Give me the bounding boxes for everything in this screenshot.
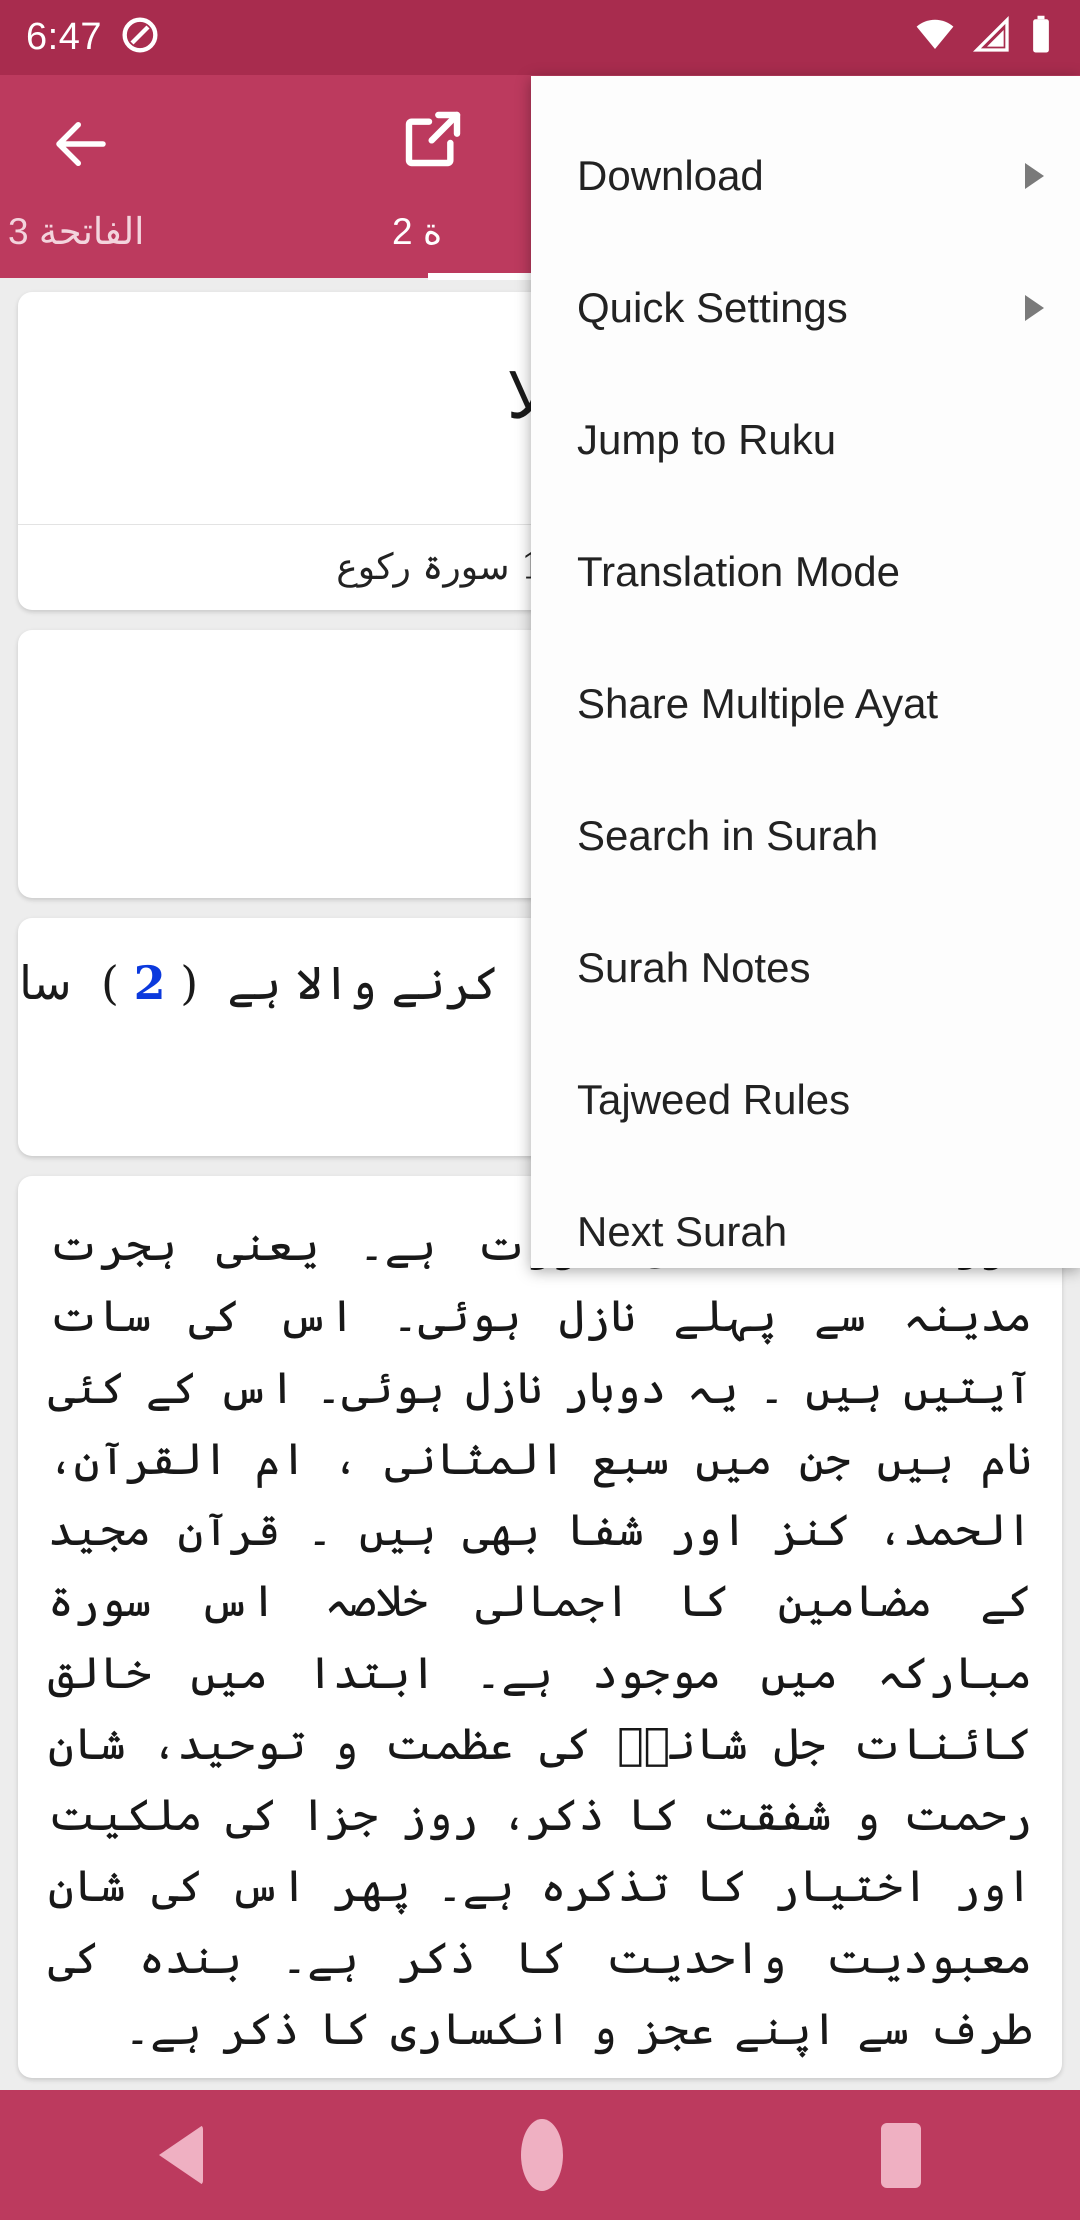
ayah-number-2: ( 2 ) [86,956,213,1010]
tab-surah-al-fatiha[interactable]: الفاتحة 3 [8,210,144,253]
menu-item-quick-settings[interactable]: Quick Settings [531,242,1080,374]
menu-item-label: Next Surah [577,1208,788,1255]
tafsir-card[interactable]: سورۃ فاتحہ مکی سورت ہے۔ یعنی ہجرت مدینہ … [18,1176,1062,2078]
menu-item-translation-mode[interactable]: Translation Mode [531,506,1080,638]
menu-item-label: Translation Mode [577,548,900,595]
menu-item-tajweed-rules[interactable]: Tajweed Rules [531,1034,1080,1166]
recents-square-icon[interactable] [881,2122,921,2188]
share-external-icon [401,107,465,176]
cellular-signal-icon [972,15,1012,60]
menu-item-label: Surah Notes [577,944,811,991]
back-arrow-icon [48,111,114,182]
overflow-menu[interactable]: Download Quick Settings Jump to Ruku Tra… [531,76,1080,1268]
translation-text-after: سارے [18,956,72,1010]
app-screen: 6:47 الفاتحة 3 ة 2 لا سورۃ رکوع کرنے وال… [0,0,1080,2220]
back-button[interactable] [26,92,136,202]
menu-item-share-multiple-ayat[interactable]: Share Multiple Ayat [531,638,1080,770]
status-clock: 6:47 [26,16,102,58]
menu-item-search-in-surah[interactable]: Search in Surah [531,770,1080,902]
menu-item-download[interactable]: Download [531,110,1080,242]
menu-item-jump-to-ruku[interactable]: Jump to Ruku [531,374,1080,506]
translation-line-1: کرنے والا ہے ( 2 ) سارے [18,956,499,1010]
battery-icon [1028,14,1054,61]
chevron-right-icon [1025,163,1044,189]
back-triangle-icon[interactable] [159,2125,203,2185]
menu-item-label: Share Multiple Ayat [577,680,939,727]
tafsir-paragraph: سورۃ فاتحہ مکی سورت ہے۔ یعنی ہجرت مدینہ … [48,1220,1032,2055]
status-bar-right [914,14,1054,61]
status-bar: 6:47 [0,0,1080,75]
home-circle-icon[interactable] [521,2119,563,2191]
surah-ruku-label: 1 سورۃ رکوع [336,547,544,588]
menu-item-label: Search in Surah [577,812,879,859]
translation-text-before: کرنے والا ہے [227,956,500,1010]
tab-active-surah[interactable]: ة 2 [392,210,442,253]
menu-item-label: Tajweed Rules [577,1076,851,1123]
menu-item-label: Download [577,152,764,199]
share-button[interactable] [385,93,481,189]
do-not-disturb-icon [120,15,160,60]
menu-item-next-surah[interactable]: Next Surah [531,1166,1080,1298]
android-navigation-bar [0,2090,1080,2220]
menu-item-label: Quick Settings [577,284,848,331]
chevron-right-icon [1025,295,1044,321]
wifi-icon [914,14,956,61]
menu-item-label: Jump to Ruku [577,416,837,463]
menu-item-surah-notes[interactable]: Surah Notes [531,902,1080,1034]
status-bar-left: 6:47 [26,15,160,60]
